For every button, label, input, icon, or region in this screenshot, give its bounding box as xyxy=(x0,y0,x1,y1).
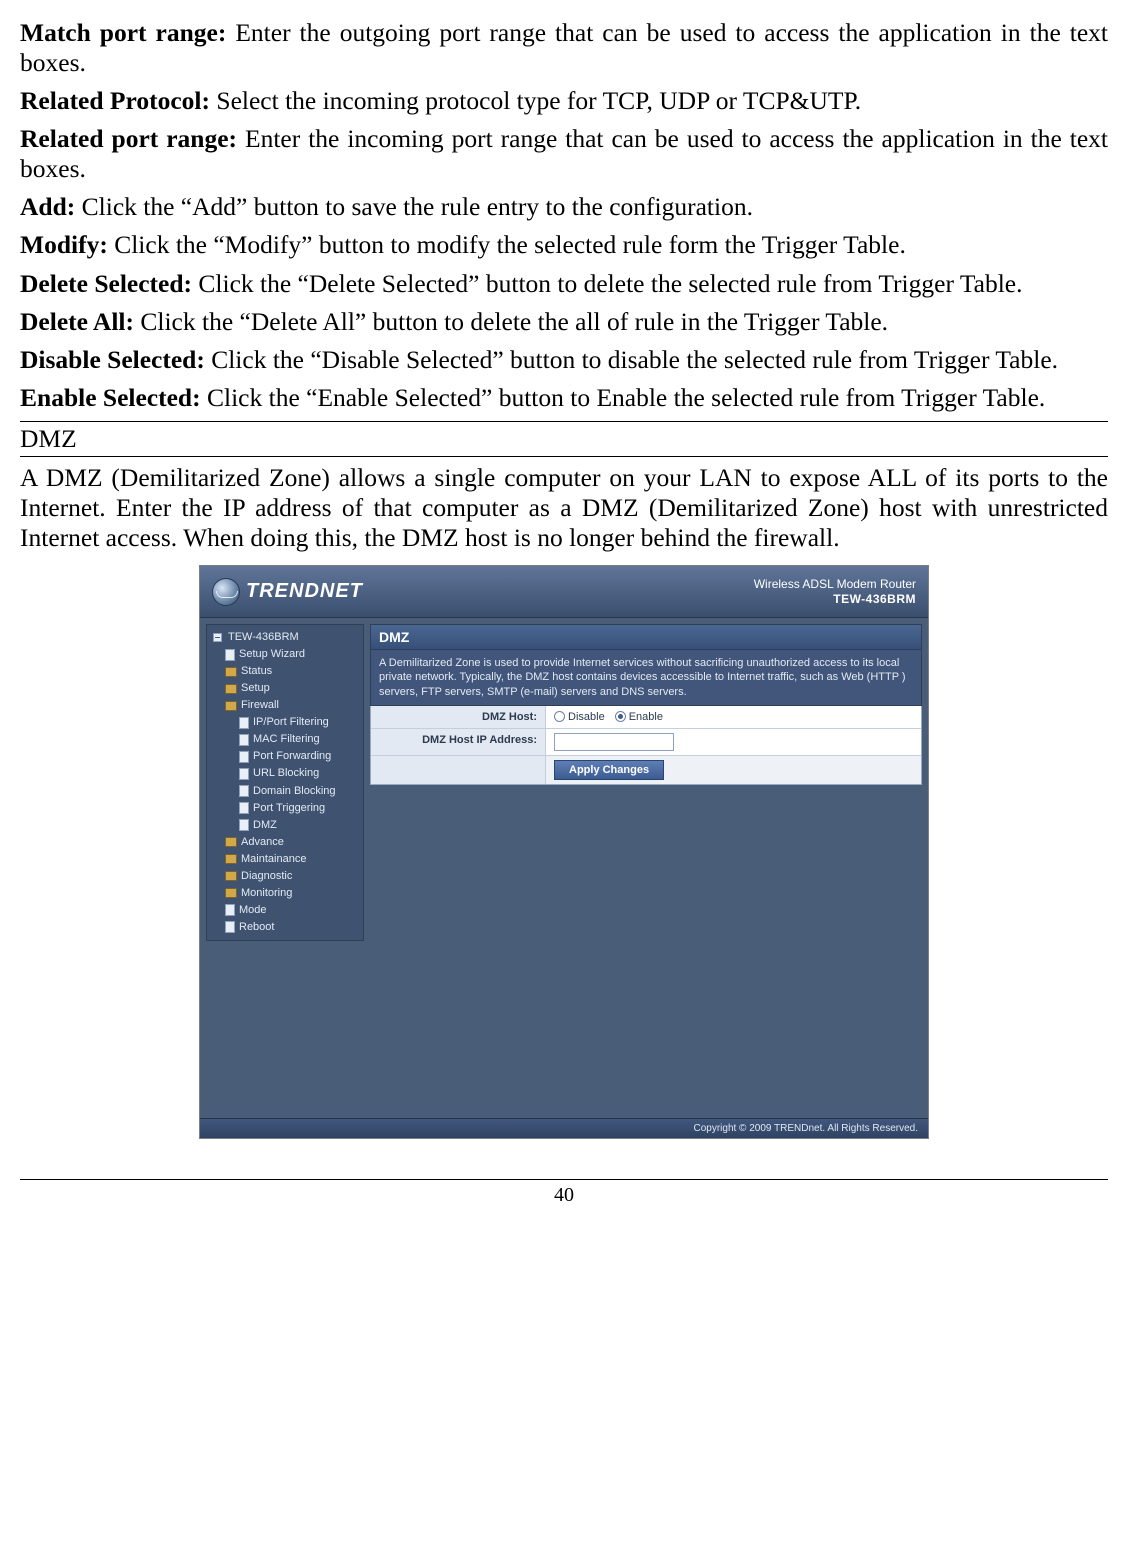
router-screenshot: TRENDNET Wireless ADSL Modem Router TEW-… xyxy=(199,565,929,1139)
folder-icon xyxy=(225,888,237,898)
page-icon xyxy=(239,751,249,763)
nav-item-diagnostic[interactable]: Diagnostic xyxy=(211,868,359,885)
apply-changes-button[interactable]: Apply Changes xyxy=(554,760,664,780)
folder-icon xyxy=(225,854,237,864)
page-icon xyxy=(239,785,249,797)
definition-item: Delete All: Click the “Delete All” butto… xyxy=(20,307,1108,337)
definition-item: Match port range: Enter the outgoing por… xyxy=(20,18,1108,78)
nav-item-maintainance[interactable]: Maintainance xyxy=(211,851,359,868)
nav-item-status[interactable]: Status xyxy=(211,663,359,680)
page-number: 40 xyxy=(20,1179,1108,1207)
nav-item-monitoring[interactable]: Monitoring xyxy=(211,885,359,902)
nav-item-port-triggering[interactable]: Port Triggering xyxy=(211,800,359,817)
nav-item-dmz[interactable]: DMZ xyxy=(211,817,359,834)
page-icon xyxy=(225,649,235,661)
nav-item-setup-wizard[interactable]: Setup Wizard xyxy=(211,646,359,663)
trendnet-logo-icon xyxy=(212,578,240,606)
nav-item-firewall[interactable]: Firewall xyxy=(211,697,359,714)
page-icon xyxy=(225,921,235,933)
page-icon xyxy=(239,802,249,814)
collapse-icon xyxy=(213,633,222,642)
radio-icon xyxy=(615,711,626,722)
nav-item-mode[interactable]: Mode xyxy=(211,902,359,919)
dmz-ip-input[interactable] xyxy=(554,733,674,751)
folder-icon xyxy=(225,684,237,694)
nav-item-url-blocking[interactable]: URL Blocking xyxy=(211,765,359,782)
definition-item: Delete Selected: Click the “Delete Selec… xyxy=(20,269,1108,299)
nav-item-mac-filtering[interactable]: MAC Filtering xyxy=(211,731,359,748)
page-icon xyxy=(239,768,249,780)
dmz-paragraph: A DMZ (Demilitarized Zone) allows a sing… xyxy=(20,463,1108,553)
content-panel: DMZ A Demilitarized Zone is used to prov… xyxy=(370,618,928,1118)
dmz-enable-radio[interactable]: Enable xyxy=(615,711,663,723)
nav-item-advance[interactable]: Advance xyxy=(211,834,359,851)
nav-item-reboot[interactable]: Reboot xyxy=(211,919,359,936)
section-heading-dmz: DMZ xyxy=(20,421,1108,457)
dmz-form: DMZ Host: Disable Enable xyxy=(370,706,922,785)
panel-description: A Demilitarized Zone is used to provide … xyxy=(370,650,922,706)
page-icon xyxy=(239,717,249,729)
router-footer: Copyright © 2009 TRENDnet. All Rights Re… xyxy=(200,1118,928,1138)
page-icon xyxy=(225,904,235,916)
dmz-disable-radio[interactable]: Disable xyxy=(554,711,605,723)
nav-item-ipport-filtering[interactable]: IP/Port Filtering xyxy=(211,714,359,731)
folder-icon xyxy=(225,871,237,881)
definition-item: Add: Click the “Add” button to save the … xyxy=(20,192,1108,222)
brand-name: TRENDNET xyxy=(246,580,363,603)
panel-title: DMZ xyxy=(370,624,922,650)
router-header: TRENDNET Wireless ADSL Modem Router TEW-… xyxy=(200,566,928,618)
radio-icon xyxy=(554,711,565,722)
product-title: Wireless ADSL Modem Router TEW-436BRM xyxy=(754,577,916,607)
folder-icon xyxy=(225,837,237,847)
definition-item: Disable Selected: Click the “Disable Sel… xyxy=(20,345,1108,375)
definition-item: Related Protocol: Select the incoming pr… xyxy=(20,86,1108,116)
page-icon xyxy=(239,734,249,746)
dmz-ip-label: DMZ Host IP Address: xyxy=(371,729,546,755)
nav-root[interactable]: TEW-436BRM xyxy=(211,629,359,646)
nav-item-setup[interactable]: Setup xyxy=(211,680,359,697)
nav-item-domain-blocking[interactable]: Domain Blocking xyxy=(211,783,359,800)
definition-item: Related port range: Enter the incoming p… xyxy=(20,124,1108,184)
folder-icon xyxy=(225,701,237,711)
definition-item: Enable Selected: Click the “Enable Selec… xyxy=(20,383,1108,413)
nav-panel: TEW-436BRM Setup Wizard Status Setup Fir… xyxy=(200,618,370,1118)
nav-item-port-forwarding[interactable]: Port Forwarding xyxy=(211,748,359,765)
dmz-host-label: DMZ Host: xyxy=(371,706,546,728)
folder-icon xyxy=(225,667,237,677)
definition-item: Modify: Click the “Modify” button to mod… xyxy=(20,230,1108,260)
page-icon xyxy=(239,819,249,831)
